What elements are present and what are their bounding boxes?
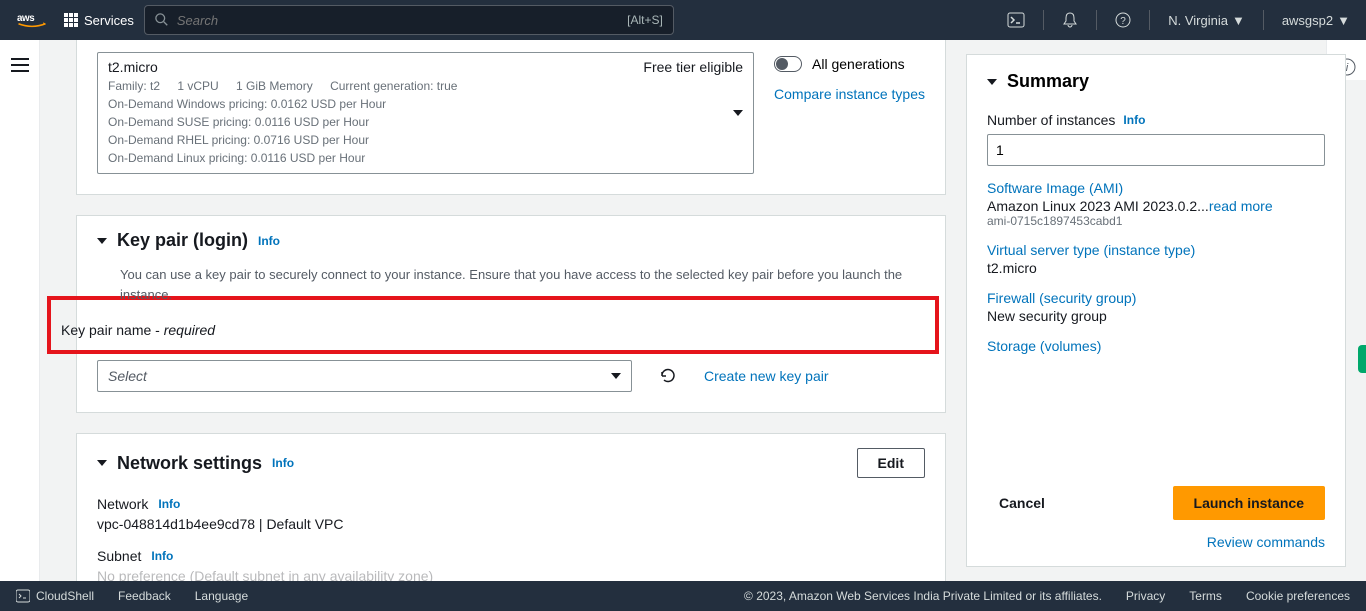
- instance-generation: Current generation: true: [330, 79, 457, 93]
- pricing-linux: On-Demand Linux pricing: 0.0116 USD per …: [108, 149, 743, 167]
- edit-network-button[interactable]: Edit: [857, 448, 925, 478]
- search-input[interactable]: [177, 13, 627, 28]
- compare-instance-types-link[interactable]: Compare instance types: [774, 86, 925, 102]
- keypair-select[interactable]: Select: [97, 360, 632, 392]
- region-label: N. Virginia: [1168, 13, 1228, 28]
- num-instances-input[interactable]: [987, 134, 1325, 166]
- instance-memory: 1 GiB Memory: [236, 79, 313, 93]
- collapse-icon[interactable]: [987, 79, 997, 85]
- language-button[interactable]: Language: [195, 589, 248, 603]
- cloudshell-button[interactable]: CloudShell: [16, 589, 94, 603]
- separator: [1043, 10, 1044, 30]
- svg-text:?: ?: [1120, 16, 1126, 27]
- chevron-down-icon: ▼: [1232, 13, 1245, 28]
- account-selector[interactable]: awsgsp2 ▼: [1282, 13, 1350, 28]
- all-generations-label: All generations: [812, 56, 905, 72]
- cookies-link[interactable]: Cookie preferences: [1246, 589, 1350, 603]
- notifications-icon[interactable]: [1062, 12, 1078, 28]
- review-commands-link[interactable]: Review commands: [987, 534, 1325, 550]
- copyright: © 2023, Amazon Web Services India Privat…: [744, 589, 1102, 603]
- separator: [1096, 10, 1097, 30]
- storage-link[interactable]: Storage (volumes): [987, 338, 1325, 354]
- refresh-button[interactable]: [652, 360, 684, 392]
- subnet-info-link[interactable]: Info: [151, 549, 173, 563]
- keypair-field-label: Key pair name - required: [61, 322, 925, 338]
- help-icon[interactable]: ?: [1115, 12, 1131, 28]
- aws-logo[interactable]: aws: [16, 11, 48, 29]
- network-info-link[interactable]: Info: [272, 456, 294, 470]
- instance-type-select[interactable]: t2.micro Free tier eligible Family: t2 1…: [97, 52, 754, 174]
- collapse-icon[interactable]: [97, 460, 107, 466]
- instance-type-link[interactable]: Virtual server type (instance type): [987, 242, 1325, 258]
- num-instances-label: Number of instances: [987, 112, 1115, 128]
- footer: CloudShell Feedback Language © 2023, Ama…: [0, 581, 1366, 611]
- account-label: awsgsp2: [1282, 13, 1333, 28]
- instance-type-value: t2.micro: [987, 260, 1325, 276]
- region-selector[interactable]: N. Virginia ▼: [1168, 13, 1245, 28]
- grid-icon: [64, 13, 78, 27]
- top-nav: aws Services [Alt+S] ? N. Virginia ▼ aws…: [0, 0, 1366, 40]
- chevron-down-icon: [611, 373, 621, 379]
- form-content: t2.micro Free tier eligible Family: t2 1…: [40, 40, 966, 581]
- network-value: vpc-048814d1b4ee9cd78 | Default VPC: [97, 516, 925, 532]
- chevron-down-icon: [733, 110, 743, 116]
- menu-toggle-icon[interactable]: [11, 58, 29, 581]
- search-shortcut: [Alt+S]: [627, 13, 663, 27]
- read-more-link[interactable]: read more: [1209, 198, 1273, 214]
- instance-family: Family: t2: [108, 79, 160, 93]
- network-label: Network: [97, 496, 148, 512]
- services-button[interactable]: Services: [64, 13, 134, 28]
- collapse-icon[interactable]: [97, 238, 107, 244]
- privacy-link[interactable]: Privacy: [1126, 589, 1165, 603]
- summary-title: Summary: [1007, 71, 1089, 92]
- summary-panel: Summary Number of instances Info Software…: [966, 54, 1346, 567]
- feedback-button[interactable]: Feedback: [118, 589, 171, 603]
- cloudshell-icon[interactable]: [1007, 11, 1025, 29]
- network-title: Network settings: [117, 453, 262, 474]
- free-tier-badge: Free tier eligible: [643, 59, 743, 75]
- subnet-value: No preference (Default subnet in any ava…: [97, 568, 925, 581]
- firewall-link[interactable]: Firewall (security group): [987, 290, 1325, 306]
- pricing-rhel: On-Demand RHEL pricing: 0.0716 USD per H…: [108, 131, 743, 149]
- all-generations-toggle[interactable]: [774, 56, 802, 72]
- ami-value: Amazon Linux 2023 AMI 2023.0.2...: [987, 198, 1209, 214]
- instance-type-panel: t2.micro Free tier eligible Family: t2 1…: [76, 40, 946, 195]
- create-keypair-link[interactable]: Create new key pair: [704, 368, 829, 384]
- separator: [1149, 10, 1150, 30]
- network-panel: Network settings Info Edit Network Info v…: [76, 433, 946, 581]
- main-content: t2.micro Free tier eligible Family: t2 1…: [40, 40, 1366, 581]
- keypair-panel: Key pair (login) Info You can use a key …: [76, 215, 946, 413]
- services-label: Services: [84, 13, 134, 28]
- keypair-title: Key pair (login): [117, 230, 248, 251]
- num-instances-info[interactable]: Info: [1123, 113, 1145, 127]
- keypair-label-highlight: Key pair name - required: [47, 296, 939, 354]
- keypair-info-link[interactable]: Info: [258, 234, 280, 248]
- keypair-placeholder: Select: [108, 368, 147, 384]
- terms-link[interactable]: Terms: [1189, 589, 1222, 603]
- firewall-value: New security group: [987, 308, 1325, 324]
- pricing-suse: On-Demand SUSE pricing: 0.0116 USD per H…: [108, 113, 743, 131]
- svg-text:aws: aws: [17, 13, 35, 24]
- left-rail: [0, 40, 40, 581]
- separator: [1263, 10, 1264, 30]
- search-icon: [155, 13, 169, 27]
- search-box[interactable]: [Alt+S]: [144, 5, 674, 35]
- network-info-link[interactable]: Info: [158, 497, 180, 511]
- ami-id: ami-0715c1897453cabd1: [987, 214, 1325, 228]
- instance-name: t2.micro: [108, 59, 158, 75]
- ami-link[interactable]: Software Image (AMI): [987, 180, 1325, 196]
- subnet-label: Subnet: [97, 548, 141, 564]
- chevron-down-icon: ▼: [1337, 13, 1350, 28]
- cloudshell-label: CloudShell: [36, 589, 94, 603]
- launch-instance-button[interactable]: Launch instance: [1173, 486, 1325, 520]
- pricing-windows: On-Demand Windows pricing: 0.0162 USD pe…: [108, 95, 743, 113]
- instance-vcpu: 1 vCPU: [177, 79, 218, 93]
- nav-right: ? N. Virginia ▼ awsgsp2 ▼: [1007, 10, 1350, 30]
- cancel-button[interactable]: Cancel: [987, 487, 1057, 519]
